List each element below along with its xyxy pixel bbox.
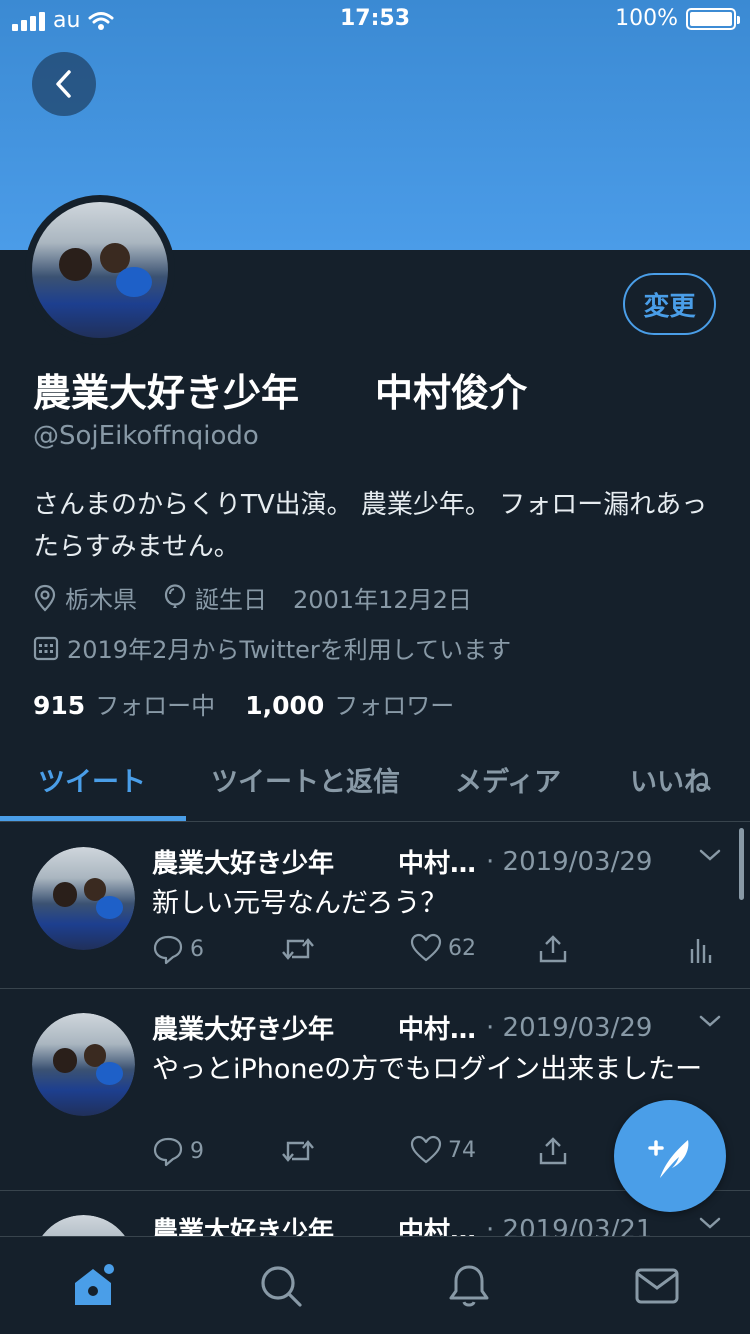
edit-profile-button[interactable]: 変更 bbox=[623, 273, 716, 335]
tweet-author-name-2: 中村… bbox=[398, 849, 477, 879]
nav-notifications[interactable] bbox=[444, 1261, 494, 1311]
chevron-down-icon[interactable] bbox=[698, 1215, 722, 1231]
reply-count: 9 bbox=[190, 1138, 204, 1164]
like-count: 62 bbox=[448, 935, 476, 961]
tab-tweets[interactable]: ツイート bbox=[38, 760, 146, 799]
tweet-author-name: 農業大好き少年 bbox=[152, 1015, 335, 1045]
bottom-nav bbox=[0, 1236, 750, 1334]
followers-count[interactable]: 1,000 bbox=[245, 691, 324, 720]
compose-icon bbox=[648, 1140, 689, 1178]
battery-icon bbox=[686, 7, 740, 30]
nav-messages[interactable] bbox=[632, 1261, 682, 1311]
followers-label[interactable]: フォロワー bbox=[334, 686, 454, 721]
share-icon bbox=[539, 1137, 567, 1165]
tweet-date: · 2019/03/29 bbox=[486, 846, 653, 877]
profile-name: 農業大好き少年 中村俊介 bbox=[33, 371, 528, 415]
following-label[interactable]: フォロー中 bbox=[95, 686, 215, 721]
analytics-button[interactable] bbox=[688, 933, 712, 965]
search-icon bbox=[261, 1266, 302, 1307]
following-count[interactable]: 915 bbox=[33, 691, 85, 720]
retweet-button[interactable] bbox=[280, 1135, 316, 1167]
tweet-text: 新しい元号なんだろう？ bbox=[152, 888, 448, 919]
home-icon bbox=[75, 1264, 114, 1305]
like-icon bbox=[410, 933, 442, 962]
analytics-icon bbox=[690, 939, 712, 963]
share-icon bbox=[539, 935, 567, 963]
scrollbar[interactable] bbox=[739, 828, 744, 900]
tweet-avatar[interactable] bbox=[32, 1013, 135, 1116]
tweet-item[interactable]: 農業大好き少年 中村… · 2019/03/29 新しい元号なんだろう？ 6 6… bbox=[0, 823, 750, 989]
reply-button[interactable]: 6 bbox=[152, 933, 204, 965]
status-bar: au 17:53 100% bbox=[0, 0, 750, 40]
chevron-down-icon[interactable] bbox=[698, 1013, 722, 1029]
joined-text: 2019年2月からTwitterを利用しています bbox=[67, 636, 512, 664]
reply-count: 6 bbox=[190, 936, 204, 962]
like-button[interactable]: 74 bbox=[410, 1135, 476, 1165]
battery-percent: 100% bbox=[615, 6, 678, 31]
tab-indicator bbox=[0, 816, 186, 821]
reply-icon bbox=[153, 935, 183, 965]
retweet-icon bbox=[282, 1140, 314, 1162]
balloon-icon bbox=[164, 583, 186, 608]
share-button[interactable] bbox=[537, 933, 569, 965]
birthday-text: 2001年12月2日 bbox=[293, 586, 472, 614]
calendar-icon bbox=[33, 636, 59, 660]
messages-icon bbox=[635, 1268, 679, 1304]
tab-likes[interactable]: いいね bbox=[630, 760, 711, 799]
profile-meta: 栃木県 誕生日 2001年12月2日 bbox=[33, 580, 498, 615]
like-count: 74 bbox=[448, 1137, 476, 1163]
back-button[interactable] bbox=[32, 52, 96, 116]
chevron-down-icon[interactable] bbox=[698, 847, 722, 863]
tweet-author-name-2: 中村… bbox=[398, 1015, 477, 1045]
like-icon bbox=[410, 1135, 442, 1164]
retweet-icon bbox=[282, 938, 314, 960]
tab-media[interactable]: メディア bbox=[455, 760, 561, 799]
profile-bio: さんまのからくりTV出演。 農業少年。 フォロー漏れあったらすみません。 bbox=[33, 490, 708, 562]
profile-tabs: ツイート ツイートと返信 メディア いいね bbox=[0, 740, 750, 822]
tweet-actions: 6 62 bbox=[152, 933, 722, 969]
compose-tweet-button[interactable] bbox=[614, 1100, 726, 1212]
tweet-author-name: 農業大好き少年 bbox=[152, 849, 335, 879]
nav-home[interactable] bbox=[69, 1261, 119, 1311]
follow-stats: 915 フォロー中 1,000 フォロワー bbox=[33, 686, 454, 721]
profile-handle: @SojEikoffnqiodo bbox=[33, 421, 259, 451]
like-button[interactable]: 62 bbox=[410, 933, 476, 963]
nav-search[interactable] bbox=[256, 1261, 306, 1311]
profile-avatar[interactable] bbox=[25, 195, 175, 345]
joined-info: 2019年2月からTwitterを利用しています bbox=[33, 630, 511, 665]
location-icon bbox=[34, 584, 56, 612]
birthday-label: 誕生日 bbox=[195, 586, 267, 614]
reply-icon bbox=[153, 1137, 183, 1167]
retweet-button[interactable] bbox=[280, 933, 316, 965]
back-icon bbox=[56, 70, 71, 98]
share-button[interactable] bbox=[537, 1135, 569, 1167]
tweet-avatar[interactable] bbox=[32, 847, 135, 950]
tweet-date: · 2019/03/29 bbox=[486, 1012, 653, 1043]
tab-tweets-and-replies[interactable]: ツイートと返信 bbox=[211, 760, 400, 799]
tweet-text: やっとiPhoneの方でもログイン出来ましたー bbox=[152, 1054, 703, 1085]
location-text: 栃木県 bbox=[65, 586, 137, 614]
notifications-icon bbox=[449, 1265, 489, 1307]
reply-button[interactable]: 9 bbox=[152, 1135, 204, 1167]
